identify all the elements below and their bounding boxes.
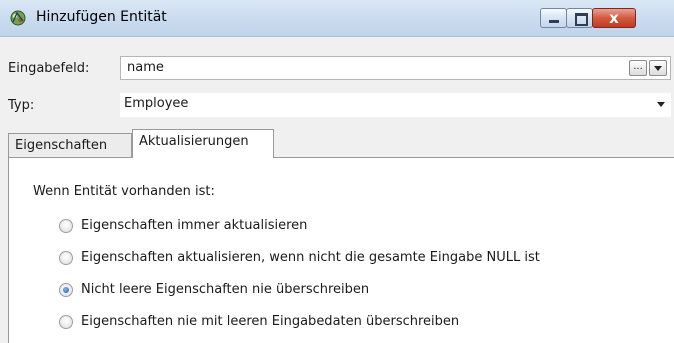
radio-button[interactable] (59, 251, 73, 265)
option-label: Nicht leere Eigenschaften nie überschrei… (81, 282, 370, 297)
tab-label: Aktualisierungen (139, 134, 249, 149)
window-title: Hinzufügen Entität (36, 9, 167, 25)
input-field-label: Eingabefeld: (8, 61, 90, 76)
browse-label: ... (633, 61, 643, 72)
type-select-value: Employee (124, 96, 189, 111)
input-field[interactable]: name ... (120, 56, 671, 80)
minimize-icon (549, 20, 559, 23)
radio-button[interactable] (59, 219, 73, 233)
app-icon (10, 10, 26, 26)
chevron-down-icon (654, 66, 662, 71)
radio-button[interactable] (59, 315, 73, 329)
tab-eigenschaften[interactable]: Eigenschaften (8, 133, 132, 158)
type-select[interactable]: Employee (120, 93, 671, 117)
close-button[interactable]: x (592, 8, 636, 28)
option-label: Eigenschaften nie mit leeren Eingabedate… (81, 314, 460, 329)
radio-button-checked[interactable] (59, 283, 73, 297)
title-bar[interactable]: Hinzufügen Entität x (0, 0, 674, 37)
maximize-button[interactable] (566, 8, 593, 28)
input-field-value: name (127, 60, 164, 75)
dialog-window: Hinzufügen Entität x Eingabefeld: name .… (0, 0, 674, 343)
type-label: Typ: (8, 98, 35, 113)
updates-panel: Wenn Entität vorhanden ist: Eigenschafte… (8, 157, 674, 343)
maximize-icon (575, 13, 588, 26)
close-icon: x (609, 9, 619, 27)
chevron-down-icon (657, 102, 665, 107)
option-label: Eigenschaften aktualisieren, wenn nicht … (81, 250, 540, 265)
tab-label: Eigenschaften (15, 138, 108, 153)
browse-button[interactable]: ... (629, 60, 647, 76)
option-label: Eigenschaften immer aktualisieren (81, 218, 308, 233)
tab-aktualisierungen[interactable]: Aktualisierungen (132, 129, 274, 158)
update-group-label: Wenn Entität vorhanden ist: (33, 184, 215, 199)
minimize-button[interactable] (540, 8, 567, 28)
input-dropdown-button[interactable] (649, 60, 667, 76)
